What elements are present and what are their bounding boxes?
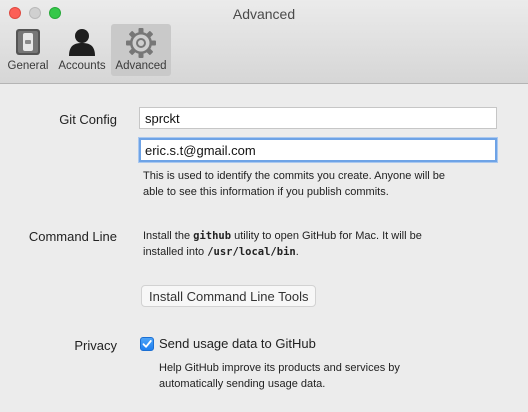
tab-advanced[interactable]: Advanced — [111, 24, 171, 76]
command-line-description: Install the github utility to open GitHu… — [143, 228, 513, 260]
privacy-help-line-1: Help GitHub improve its products and ser… — [159, 362, 400, 374]
git-config-help-line-2: able to see this information if you publ… — [143, 186, 389, 198]
cli-line2-post: . — [295, 246, 299, 258]
privacy-help: Help GitHub improve its products and ser… — [159, 360, 519, 392]
advanced-pane: Git Config This is used to identify the … — [0, 84, 528, 412]
title-bar: Advanced General Accounts Advanced — [0, 0, 528, 84]
cli-utility-name: github — [193, 230, 232, 242]
cli-install-path: /usr/local/bin — [207, 246, 296, 258]
tab-general[interactable]: General — [4, 24, 52, 76]
cli-line2-pre: installed into — [143, 246, 208, 258]
send-usage-data-checkbox[interactable] — [140, 337, 154, 351]
command-line-label: Command Line — [28, 229, 117, 244]
git-email-field[interactable] — [139, 138, 497, 162]
phone-switch-icon — [13, 27, 43, 60]
checkmark-icon — [142, 340, 152, 348]
cli-line1-post: utility to open GitHub for Mac. It will … — [231, 230, 422, 242]
preferences-window: Advanced General Accounts Advanced Git C… — [0, 0, 528, 412]
install-command-line-tools-button[interactable]: Install Command Line Tools — [141, 285, 317, 307]
tab-accounts-label: Accounts — [58, 60, 106, 72]
privacy-help-line-2: automatically sending usage data. — [159, 378, 326, 390]
tab-accounts[interactable]: Accounts — [54, 24, 110, 76]
git-config-label: Git Config — [59, 112, 117, 127]
privacy-label: Privacy — [74, 338, 117, 353]
tab-advanced-label: Advanced — [115, 60, 167, 72]
tab-general-label: General — [7, 60, 49, 72]
git-name-field[interactable] — [139, 107, 497, 129]
person-icon — [66, 27, 98, 60]
git-config-help-line-1: This is used to identify the commits you… — [143, 170, 446, 182]
cli-line1-pre: Install the — [143, 230, 194, 242]
send-usage-data-label[interactable]: Send usage data to GitHub — [159, 336, 316, 351]
git-config-help: This is used to identify the commits you… — [143, 168, 513, 200]
gear-icon — [125, 27, 157, 62]
window-title: Advanced — [232, 6, 296, 22]
